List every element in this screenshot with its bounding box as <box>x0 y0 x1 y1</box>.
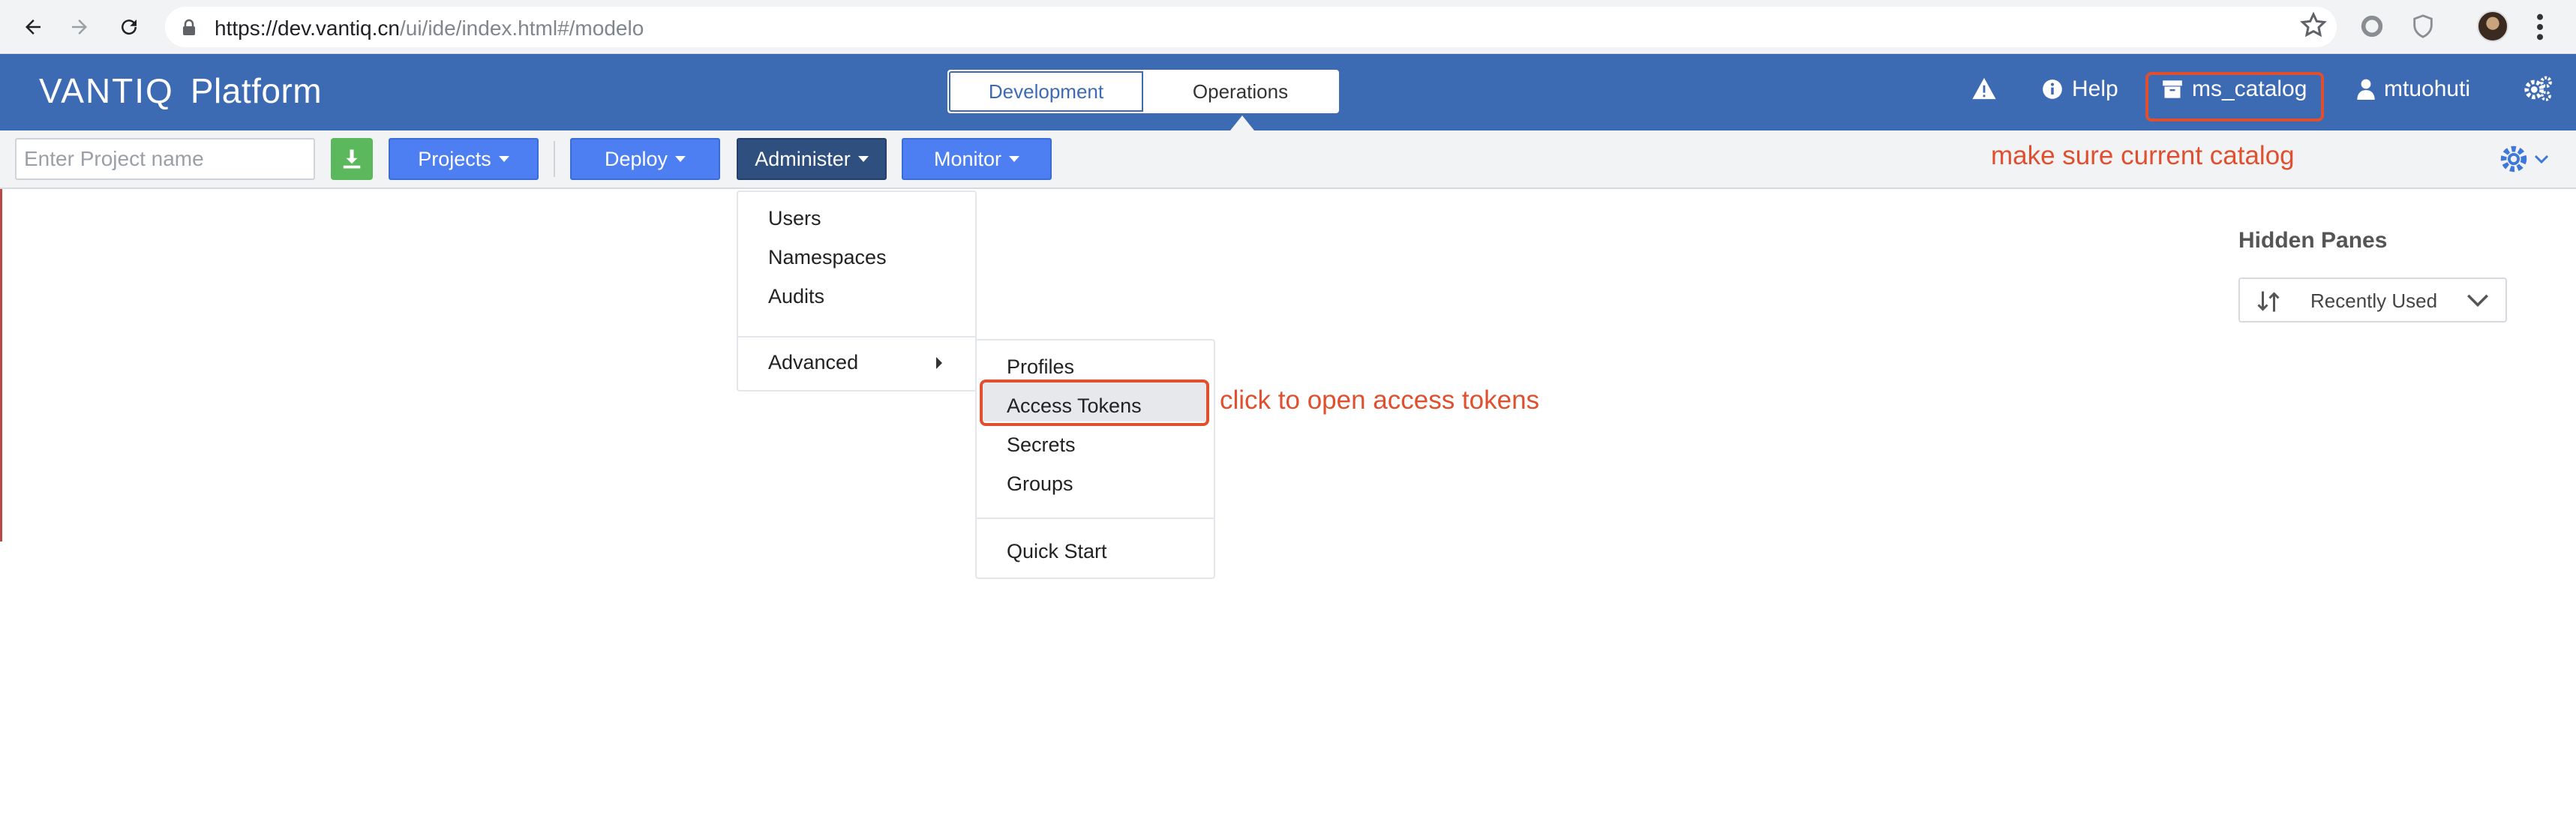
user-icon <box>2357 79 2375 100</box>
settings-button[interactable] <box>2523 75 2553 102</box>
menu-divider <box>738 336 975 338</box>
project-toolbar: Projects Deploy Administer Monitor make … <box>0 130 2576 189</box>
menu-item-audits[interactable]: Audits <box>768 285 824 308</box>
menu-item-secrets[interactable]: Secrets <box>1007 434 1076 457</box>
chevron-down-icon <box>2534 154 2549 164</box>
caret-down-icon <box>498 156 509 162</box>
menu-item-quick-start[interactable]: Quick Start <box>1007 540 1107 563</box>
help-button[interactable]: Help <box>2042 76 2118 102</box>
project-name-input[interactable] <box>15 138 315 180</box>
hidden-panes-title: Hidden Panes <box>2238 228 2388 253</box>
caret-down-icon <box>675 156 686 162</box>
extension-ring-icon[interactable] <box>2359 14 2385 39</box>
warning-button[interactable] <box>1971 76 1997 100</box>
menu-item-advanced[interactable]: Advanced <box>768 351 858 374</box>
gear-icon <box>2500 146 2527 172</box>
reload-button[interactable] <box>113 10 146 44</box>
monitor-menu-button[interactable]: Monitor <box>902 138 1052 180</box>
administer-dropdown: Users Namespaces Audits Advanced <box>737 190 977 392</box>
shield-icon[interactable] <box>2410 14 2436 39</box>
caret-down-icon <box>857 156 869 162</box>
chevron-down-icon <box>2466 294 2489 308</box>
access-tokens-annotation: click to open access tokens <box>1220 386 1540 415</box>
address-bar[interactable]: https://dev.vantiq.cn/ui/ide/index.html#… <box>165 7 2337 47</box>
more-vert-icon[interactable] <box>2535 12 2544 42</box>
download-button[interactable] <box>331 138 373 180</box>
menu-divider <box>977 518 1214 519</box>
arrow-right-icon <box>72 20 87 34</box>
arrow-left-icon <box>26 20 41 34</box>
star-icon[interactable] <box>2298 10 2328 40</box>
profile-avatar[interactable] <box>2477 10 2508 42</box>
administer-menu-button[interactable]: Administer <box>737 138 887 180</box>
sort-label: Recently Used <box>2310 290 2438 312</box>
caret-down-icon <box>1009 156 1020 162</box>
reload-icon <box>122 20 137 35</box>
projects-menu-button[interactable]: Projects <box>389 138 539 180</box>
toolbar-divider <box>554 141 555 177</box>
browser-toolbar: https://dev.vantiq.cn/ui/ide/index.html#… <box>0 0 2576 54</box>
development-mode-button[interactable]: Development <box>949 71 1143 112</box>
user-menu-button[interactable]: mtuohuti <box>2357 76 2470 102</box>
access-tokens-highlight-box <box>980 380 1209 426</box>
warning-icon <box>1972 77 1996 100</box>
advanced-submenu: Profiles Access Tokens Secrets Groups Qu… <box>975 339 1215 579</box>
catalog-label: ms_catalog <box>2192 76 2307 101</box>
deploy-menu-button[interactable]: Deploy <box>570 138 720 180</box>
menu-item-users[interactable]: Users <box>768 207 821 230</box>
gears-icon <box>2524 76 2552 101</box>
mode-indicator-caret <box>1230 116 1254 130</box>
help-label: Help <box>2072 76 2118 101</box>
back-button[interactable] <box>17 10 50 44</box>
catalog-button[interactable]: ms_catalog <box>2162 76 2307 102</box>
operations-mode-button[interactable]: Operations <box>1143 71 1338 112</box>
info-circle-icon <box>2043 80 2062 99</box>
archive-box-icon <box>2163 80 2182 98</box>
menu-item-namespaces[interactable]: Namespaces <box>768 246 887 269</box>
menu-item-groups[interactable]: Groups <box>1007 472 1073 496</box>
app-header: VANTIQ Platform Development Operations He… <box>0 54 2576 130</box>
lock-icon <box>183 19 195 35</box>
mode-toggle: Development Operations <box>947 70 1339 113</box>
hidden-panes-sort-select[interactable]: Recently Used <box>2238 278 2507 322</box>
catalog-annotation: make sure current catalog <box>1991 141 2295 170</box>
sort-arrows-icon <box>2257 291 2280 312</box>
download-icon <box>343 149 361 169</box>
left-edge-line <box>0 189 2 542</box>
page-settings-button[interactable] <box>2496 142 2549 176</box>
menu-item-profiles[interactable]: Profiles <box>1007 356 1074 379</box>
url-text: https://dev.vantiq.cn/ui/ide/index.html#… <box>215 16 644 40</box>
user-label: mtuohuti <box>2384 76 2471 101</box>
forward-button[interactable] <box>63 10 96 44</box>
logo: VANTIQ Platform <box>39 71 323 110</box>
submenu-arrow-icon <box>936 357 942 369</box>
